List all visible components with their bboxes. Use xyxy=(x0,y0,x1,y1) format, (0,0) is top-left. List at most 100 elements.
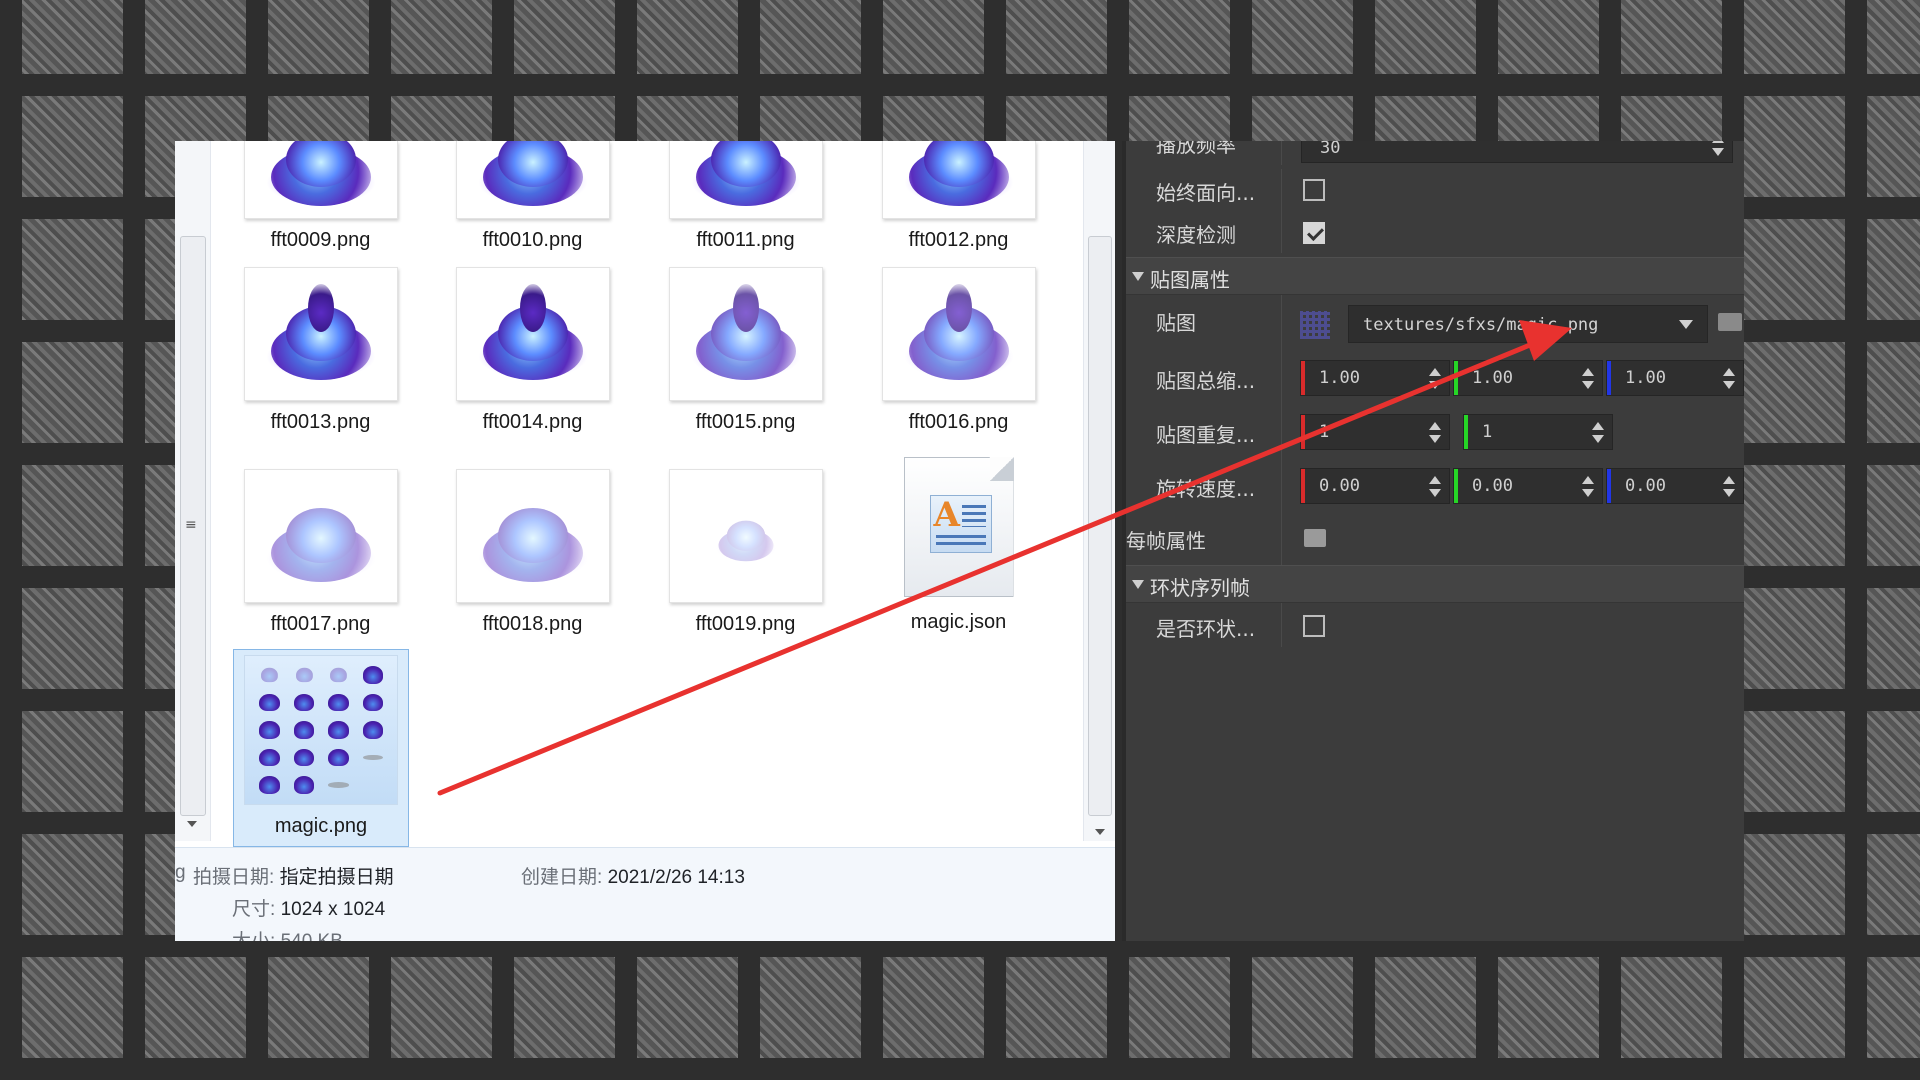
always-face-checkbox[interactable] xyxy=(1303,179,1325,201)
spritesheet-thumbnail xyxy=(244,655,398,805)
file-thumbnail xyxy=(668,469,823,603)
file-thumbnail xyxy=(243,469,398,603)
rotation-x-value: 0.00 xyxy=(1319,476,1360,496)
file-item[interactable]: fft0017.png xyxy=(233,469,408,636)
prop-row-texture: 贴图 textures/sfxs/magic.png xyxy=(1126,295,1744,351)
play-rate-value: 30 xyxy=(1320,141,1341,158)
scale-y-value: 1.00 xyxy=(1472,368,1513,388)
repeat-x-input[interactable]: 1 xyxy=(1300,414,1450,450)
texture-path-value: textures/sfxs/magic.png xyxy=(1363,315,1599,335)
file-explorer: ≡ fft0009.png fft0010.png fft0011.png ff… xyxy=(175,141,1115,941)
prop-row-play-rate: 播放频率 30 xyxy=(1126,141,1744,165)
dimensions-label: 尺寸: xyxy=(232,899,276,920)
file-size-value: 540 KB xyxy=(281,931,343,941)
texture-path-select[interactable]: textures/sfxs/magic.png xyxy=(1348,305,1708,343)
spinner-icon[interactable] xyxy=(1723,368,1735,390)
prop-row-depth-test: 深度检测 xyxy=(1126,211,1744,253)
scale-z-input[interactable]: 1.00 xyxy=(1606,360,1744,396)
created-date-label: 创建日期: xyxy=(521,867,603,888)
file-name: fft0014.png xyxy=(482,411,583,433)
repeat-x-value: 1 xyxy=(1319,422,1330,442)
file-name: fft0019.png xyxy=(695,613,796,635)
spinner-icon[interactable] xyxy=(1592,422,1604,444)
texture-preview-icon xyxy=(1300,311,1330,339)
rotation-x-input[interactable]: 0.00 xyxy=(1300,468,1450,504)
file-name: fft0016.png xyxy=(908,411,1009,433)
prop-label: 贴图重复... xyxy=(1156,423,1256,447)
file-name: fft0015.png xyxy=(695,411,796,433)
prop-label: 播放频率 xyxy=(1156,141,1236,157)
prop-label: 始终面向... xyxy=(1156,181,1256,205)
properties-panel: 播放频率 30 始终面向... 深度检测 贴图属性 贴图 textures/sf… xyxy=(1122,141,1744,941)
scroll-down-arrow-icon[interactable] xyxy=(1095,829,1105,835)
file-item[interactable]: fft0015.png xyxy=(658,267,833,434)
scale-z-value: 1.00 xyxy=(1625,368,1666,388)
is-loop-checkbox[interactable] xyxy=(1303,615,1325,637)
prop-label: 每帧属性 xyxy=(1126,529,1206,553)
file-item[interactable]: fft0018.png xyxy=(445,469,620,636)
scale-y-input[interactable]: 1.00 xyxy=(1453,360,1603,396)
file-item[interactable]: fft0013.png xyxy=(233,267,408,434)
shoot-date-value[interactable]: 指定拍摄日期 xyxy=(280,867,394,888)
prop-row-rotation-speed: 旋转速度... 0.00 0.00 0.00 xyxy=(1126,459,1744,513)
details-pane: g 拍摄日期: 指定拍摄日期 创建日期: 2021/2/26 14:13 尺寸:… xyxy=(175,847,1115,941)
file-name: fft0013.png xyxy=(270,411,371,433)
loop-section-header[interactable]: 环状序列帧 xyxy=(1126,565,1744,603)
texture-section-header[interactable]: 贴图属性 xyxy=(1126,257,1744,295)
file-item[interactable]: fft0019.png xyxy=(658,469,833,636)
scale-x-input[interactable]: 1.00 xyxy=(1300,360,1450,396)
spinner-icon[interactable] xyxy=(1429,422,1441,444)
repeat-y-input[interactable]: 1 xyxy=(1463,414,1613,450)
rotation-z-input[interactable]: 0.00 xyxy=(1606,468,1744,504)
folder-icon[interactable] xyxy=(1304,529,1326,547)
spinner-icon[interactable] xyxy=(1429,476,1441,498)
selected-file-item[interactable]: magic.png xyxy=(233,649,409,847)
repeat-y-value: 1 xyxy=(1482,422,1493,442)
chevron-down-icon[interactable] xyxy=(1679,320,1693,329)
section-title: 环状序列帧 xyxy=(1150,576,1250,600)
file-item[interactable]: fft0010.png xyxy=(445,141,620,252)
rotation-y-input[interactable]: 0.00 xyxy=(1453,468,1603,504)
file-item[interactable]: fft0011.png xyxy=(658,141,833,252)
file-item[interactable]: fft0009.png xyxy=(233,141,408,252)
prop-row-is-loop: 是否环状... xyxy=(1126,603,1744,647)
collapse-triangle-icon[interactable] xyxy=(1132,580,1144,589)
spinner-icon[interactable] xyxy=(1712,141,1724,157)
file-item[interactable]: fft0016.png xyxy=(871,267,1046,434)
spinner-icon[interactable] xyxy=(1429,368,1441,390)
file-thumbnail xyxy=(243,141,398,219)
folder-icon[interactable] xyxy=(1718,313,1742,331)
file-name: fft0012.png xyxy=(908,229,1009,251)
file-thumbnail xyxy=(668,267,823,401)
section-title: 贴图属性 xyxy=(1150,268,1230,292)
prop-label: 贴图总缩... xyxy=(1156,369,1256,393)
prop-row-always-face: 始终面向... xyxy=(1126,169,1744,211)
file-thumbnail xyxy=(455,469,610,603)
spinner-icon[interactable] xyxy=(1723,476,1735,498)
collapse-triangle-icon[interactable] xyxy=(1132,272,1144,281)
file-name: fft0018.png xyxy=(482,613,583,635)
prop-row-per-frame: 每帧属性 xyxy=(1126,513,1744,565)
file-thumbnail xyxy=(881,267,1036,401)
right-pane-scrollbar[interactable] xyxy=(1083,141,1115,841)
spinner-icon[interactable] xyxy=(1582,368,1594,390)
scroll-down-arrow-icon[interactable] xyxy=(187,821,197,827)
file-item[interactable]: fft0012.png xyxy=(871,141,1046,252)
prop-label: 是否环状... xyxy=(1156,617,1256,641)
file-name: fft0011.png xyxy=(696,229,795,251)
prop-row-texture-scale: 贴图总缩... 1.00 1.00 1.00 xyxy=(1126,351,1744,405)
file-item[interactable]: fft0014.png xyxy=(445,267,620,434)
play-rate-input[interactable]: 30 xyxy=(1301,141,1733,163)
left-pane-scrollbar[interactable]: ≡ xyxy=(175,141,211,841)
file-thumbnail xyxy=(881,141,1036,219)
scroll-grip-icon: ≡ xyxy=(185,517,197,533)
rotation-y-value: 0.00 xyxy=(1472,476,1513,496)
scale-x-value: 1.00 xyxy=(1319,368,1360,388)
dimensions-value: 1024 x 1024 xyxy=(280,899,386,920)
file-item[interactable]: A magic.json xyxy=(871,457,1046,634)
file-name: magic.json xyxy=(910,611,1007,633)
spinner-icon[interactable] xyxy=(1582,476,1594,498)
right-scroll-thumb[interactable] xyxy=(1088,236,1112,816)
file-thumbnail xyxy=(668,141,823,219)
depth-test-checkbox[interactable] xyxy=(1303,222,1325,244)
